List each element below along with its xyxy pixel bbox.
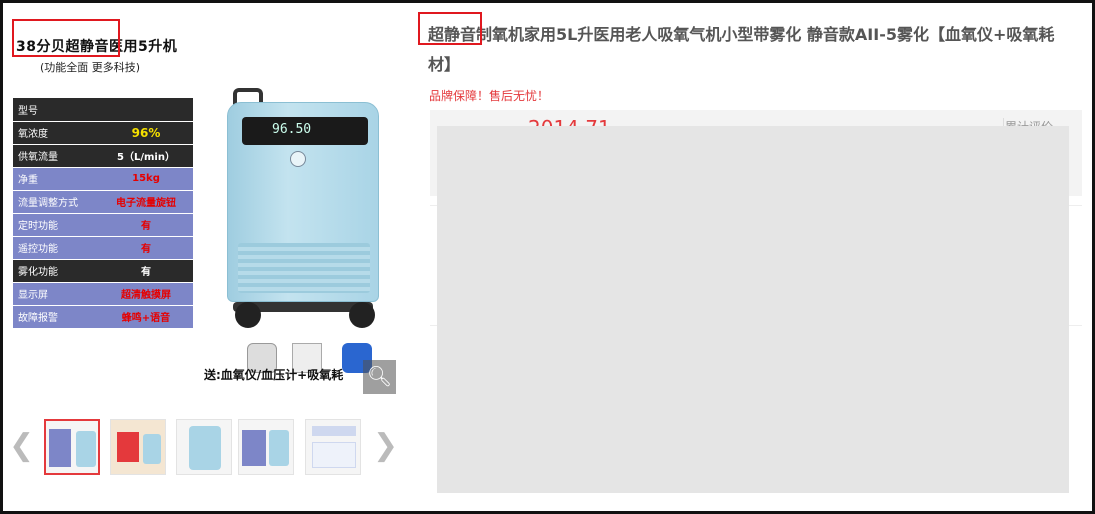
thumbnail-1[interactable]: [44, 419, 100, 475]
spec-value: 电子流量旋钮: [99, 190, 193, 214]
spec-key: 故障报警: [13, 305, 99, 329]
spec-value: 5（L/min）: [99, 144, 193, 168]
spec-table: 型号 氧浓度 96% 供氧流量 5（L/min） 净重 15kg 流量调整方式 电子流量旋钮 定时…: [13, 98, 193, 329]
spec-key: 遥控功能: [13, 236, 99, 260]
gift-label: 送:血氧仪/血压计+吸氧耗: [204, 368, 344, 382]
spec-row: 净重 15kg: [13, 167, 193, 191]
spec-row: 型号: [13, 98, 193, 122]
oxygen-concentrator-illustration: 96.50: [225, 88, 385, 328]
spec-row: 故障报警 蜂鸣+语音: [13, 305, 193, 329]
magnifier-icon[interactable]: 🔍︎: [363, 360, 396, 394]
machine-knob: [290, 151, 306, 167]
machine-vents: [238, 243, 370, 293]
spec-key: 型号: [13, 98, 99, 122]
image-subheadline: (功能全面 更多科技): [40, 61, 141, 74]
chevron-left-icon[interactable]: ❮: [9, 428, 34, 463]
thumbnail-3[interactable]: [176, 419, 232, 475]
spec-key: 定时功能: [13, 213, 99, 237]
spec-row: 显示屏 超清触摸屏: [13, 282, 193, 306]
spec-key: 净重: [13, 167, 99, 191]
spec-key: 显示屏: [13, 282, 99, 306]
chevron-right-icon[interactable]: ❯: [373, 428, 398, 463]
spec-value: 蜂鸣+语音: [99, 305, 193, 329]
spec-row: 遥控功能有: [13, 236, 193, 260]
spec-key: 供氧流量: [13, 144, 99, 168]
spec-row: 氧浓度 96%: [13, 121, 193, 145]
spec-value: [99, 98, 193, 122]
spec-row: 定时功能有: [13, 213, 193, 237]
brand-slogan: 品牌保障！售后无忧！: [429, 89, 550, 103]
thumbnail-5[interactable]: [305, 419, 361, 475]
spec-value: 15kg: [99, 167, 193, 191]
highlight-box-product-title: [418, 12, 482, 45]
spec-value: 超清触摸屏: [99, 282, 193, 306]
spec-key: 雾化功能: [13, 259, 99, 283]
thumbnail-4[interactable]: [238, 419, 294, 475]
wheel-icon: [349, 302, 375, 328]
thumbnail-2[interactable]: [110, 419, 166, 475]
spec-value: 有: [99, 259, 193, 283]
machine-body: 96.50: [227, 102, 379, 302]
spec-row: 流量调整方式 电子流量旋钮: [13, 190, 193, 214]
spec-key: 流量调整方式: [13, 190, 99, 214]
product-title: 超静音制氧机家用5L升医用老人吸氧气机小型带雾化 静音款AⅠⅠ-5雾化【血氧仪+…: [428, 25, 1055, 74]
spec-value: 有: [99, 236, 193, 260]
spec-row: 雾化功能有: [13, 259, 193, 283]
spec-key: 氧浓度: [13, 121, 99, 145]
machine-display: 96.50: [242, 117, 368, 145]
redacted-overlay: [437, 126, 1069, 493]
spec-value: 有: [99, 213, 193, 237]
highlight-box-image-title: [12, 19, 120, 57]
spec-row: 供氧流量 5（L/min）: [13, 144, 193, 168]
spec-value: 96%: [99, 121, 193, 145]
wheel-icon: [235, 302, 261, 328]
main-product-image[interactable]: 38分贝超静音医用5升机 (功能全面 更多科技) 型号 氧浓度 96% 供氧流量 5（L…: [10, 10, 396, 394]
